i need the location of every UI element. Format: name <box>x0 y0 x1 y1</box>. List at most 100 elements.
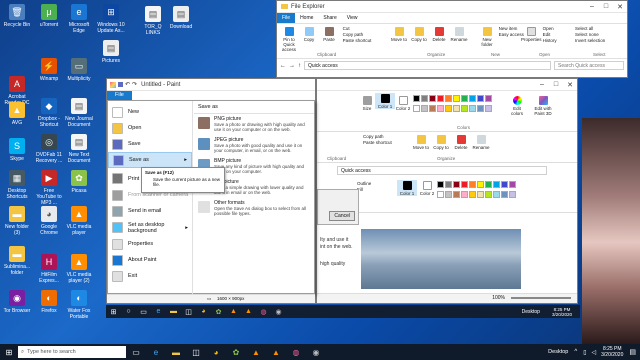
bg-paint3d-button[interactable]: Edit with Paint 3D <box>529 95 557 116</box>
desktop-icon-skype[interactable]: S Skype <box>2 138 32 162</box>
bg-palette[interactable] <box>413 95 505 115</box>
paint-file-tab[interactable]: File <box>107 91 132 100</box>
inner-chrome-icon[interactable]: ◕ <box>196 305 211 318</box>
back-arrow-icon[interactable]: ← <box>280 63 286 69</box>
desktop-icon-vlc-media-player[interactable]: ▲ VLC media player <box>64 206 94 236</box>
bg-color2-button-2[interactable]: Color 2 <box>417 180 437 196</box>
bg-color2-button[interactable]: Color 2 <box>393 95 413 111</box>
color-swatch[interactable] <box>469 181 476 188</box>
desktop-icon-new-folder-3[interactable]: ▬ New folder (3) <box>2 206 32 236</box>
inner-photos-icon[interactable]: ✿ <box>211 305 226 318</box>
desktop-icon-picasa[interactable]: ✿ Picasa <box>64 170 94 194</box>
color-swatch[interactable] <box>485 191 492 198</box>
new-folder-button[interactable]: New folder <box>477 26 497 47</box>
vlc-icon[interactable]: ▲ <box>246 344 266 360</box>
color-swatch[interactable] <box>437 181 444 188</box>
save-as-option-jpeg-picture[interactable]: JPEG picture Save a photo with good quali… <box>194 135 314 156</box>
bg-paste-shortcut[interactable]: Paste shortcut <box>363 140 392 146</box>
color-swatch[interactable] <box>453 105 460 112</box>
explorer-titlebar[interactable]: File Explorer – □ ✕ <box>277 1 627 13</box>
color-swatch[interactable] <box>485 105 492 112</box>
file-menu-item-new[interactable]: New <box>108 104 192 120</box>
notification-icon[interactable]: ▤ <box>629 348 636 356</box>
color-swatch[interactable] <box>461 181 468 188</box>
copy-button[interactable]: Copy <box>299 26 319 42</box>
desktop-icon-microsoft-edge[interactable]: e Microsoft Edge <box>64 4 94 34</box>
paste-button[interactable]: Paste <box>319 26 339 42</box>
color-swatch[interactable] <box>421 105 428 112</box>
desktop-icon-recycle-bin[interactable]: 🗑 Recycle Bin <box>2 4 32 28</box>
inner-taskview-icon[interactable]: ▭ <box>136 305 151 318</box>
inner-clock[interactable]: 8:25 PM 3/20/2020 <box>552 307 572 317</box>
desktop-icon-free-youtube-to-mp3[interactable]: ▶ Free YouTube to MP3 ... <box>34 170 64 206</box>
inner-explorer-icon[interactable]: ▬ <box>166 305 181 318</box>
bg-move-to[interactable]: Move to <box>411 134 431 150</box>
color-swatch[interactable] <box>477 181 484 188</box>
invert-selection-button[interactable]: Invert selection <box>575 38 605 44</box>
paint-taskbar-icon[interactable]: ◍ <box>286 344 306 360</box>
color-swatch[interactable] <box>469 191 476 198</box>
desktop-icon-hitfilm-expres[interactable]: H HitFilm Expres... <box>34 254 64 284</box>
desktop-icon-firefox[interactable]: ◐ Firefox <box>34 290 64 314</box>
bg-maximize-button[interactable]: □ <box>549 81 563 88</box>
maximize-button[interactable]: □ <box>599 3 613 10</box>
taskbar-search-box[interactable]: ⌕ Type here to search <box>18 346 126 358</box>
desktop-icon-utorrent[interactable]: μ uTorrent <box>34 4 64 28</box>
inner-edge-icon[interactable]: e <box>151 305 166 318</box>
background-paint-window[interactable]: – □ ✕ Size Color 1 Color 2 Edit colors E… <box>316 78 578 304</box>
color-swatch[interactable] <box>501 181 508 188</box>
tab-view[interactable]: View <box>342 15 363 21</box>
rename-button[interactable]: Rename <box>449 26 469 42</box>
color-swatch[interactable] <box>461 191 468 198</box>
bg-size-button[interactable]: Size <box>357 95 377 111</box>
paint-window[interactable]: ↶ ↷ Untitled - Paint File New Open Save Sav… <box>106 78 316 304</box>
inner-store-icon[interactable]: ◫ <box>181 305 196 318</box>
desktop-icon-new-journal-document[interactable]: ▤ New Journal Document <box>64 98 94 128</box>
delete-button[interactable]: Delete <box>429 26 449 42</box>
color-swatch[interactable] <box>445 181 452 188</box>
color-swatch[interactable] <box>429 105 436 112</box>
volume-icon[interactable]: ◁ <box>592 349 597 356</box>
save-as-option-other-formats[interactable]: Other formats Open the Save As dialog box… <box>194 198 314 219</box>
up-arrow-icon[interactable]: ↑ <box>298 63 301 69</box>
file-menu-item-exit[interactable]: Exit <box>108 268 192 284</box>
color-swatch[interactable] <box>445 105 452 112</box>
color-swatch[interactable] <box>477 95 484 102</box>
color-swatch[interactable] <box>477 191 484 198</box>
inner-app-icon[interactable]: ◉ <box>271 305 286 318</box>
color-swatch[interactable] <box>469 105 476 112</box>
color-swatch[interactable] <box>437 105 444 112</box>
file-explorer-icon[interactable]: ▬ <box>166 344 186 360</box>
color-swatch[interactable] <box>453 191 460 198</box>
bg-cancel-button[interactable]: Cancel <box>329 211 355 221</box>
color-swatch[interactable] <box>453 181 460 188</box>
file-menu-item-send-in-email[interactable]: Send in email <box>108 203 192 219</box>
save-as-option-png-picture[interactable]: PNG picture Save a photo or drawing with … <box>194 114 314 135</box>
desktop-toolbar-label[interactable]: Desktop <box>548 349 568 355</box>
color-swatch[interactable] <box>437 191 444 198</box>
color-swatch[interactable] <box>413 95 420 102</box>
background-titlebar[interactable]: – □ ✕ <box>317 79 577 91</box>
bg-delete[interactable]: Delete <box>451 134 471 150</box>
bg-palette-2[interactable] <box>437 181 529 201</box>
desktop-icon-new-text-document[interactable]: ▤ New Text Document <box>64 134 94 164</box>
move-to-button[interactable]: Move to <box>389 26 409 42</box>
bg-close-button[interactable]: ✕ <box>563 81 577 89</box>
inner-paint-icon[interactable]: ◍ <box>256 305 271 318</box>
inner-vlc-icon[interactable]: ▲ <box>226 305 241 318</box>
color-swatch[interactable] <box>437 95 444 102</box>
taskview-icon[interactable]: ▭ <box>126 344 146 360</box>
inner-start-icon[interactable]: ⊞ <box>106 305 121 318</box>
color-swatch[interactable] <box>493 191 500 198</box>
tab-home[interactable]: Home <box>295 15 318 21</box>
bg-fill[interactable]: Fill <box>357 187 371 193</box>
bg-rename[interactable]: Rename <box>471 134 491 150</box>
file-menu-item-save[interactable]: Save <box>108 136 192 152</box>
color-swatch[interactable] <box>413 105 420 112</box>
color-swatch[interactable] <box>493 181 500 188</box>
desktop-icon-download[interactable]: ▤ Download <box>166 6 196 30</box>
desktop-icon-windows-10-update-as[interactable]: ⊞ Windows 10 Update As... <box>96 4 126 34</box>
color-swatch[interactable] <box>461 95 468 102</box>
paint-titlebar[interactable]: ↶ ↷ Untitled - Paint <box>107 79 315 91</box>
file-menu-item-open[interactable]: Open <box>108 120 192 136</box>
